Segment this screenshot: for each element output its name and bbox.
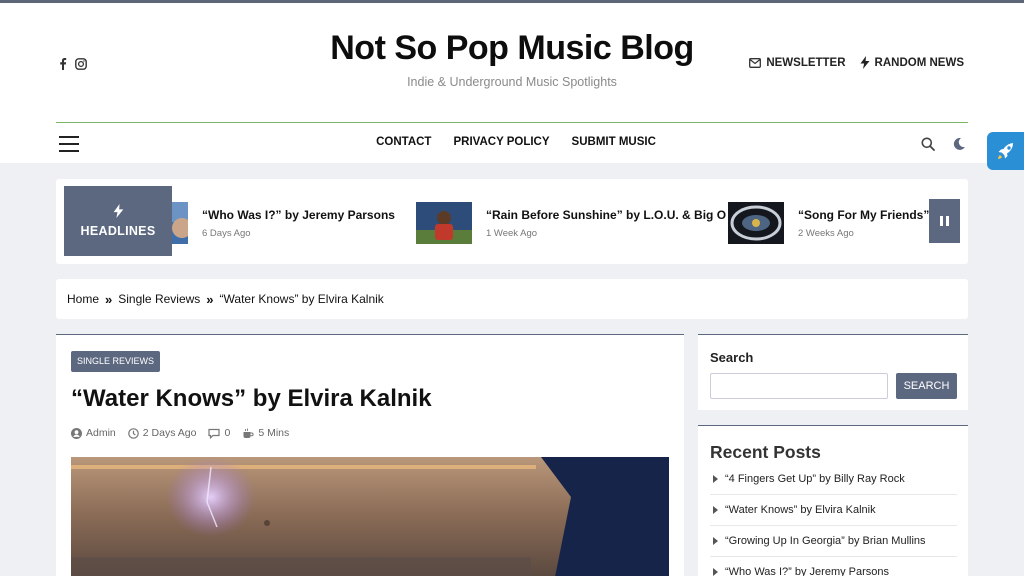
breadcrumb-separator: » [105,291,113,307]
headlines-label: HEADLINES [80,224,156,238]
ticker-item-date: 1 Week Ago [486,227,538,239]
newsletter-link[interactable]: NEWSLETTER [749,56,846,69]
caret-right-icon [713,568,718,576]
recent-posts-title: Recent Posts [710,442,821,462]
nav-item-submit-music[interactable]: SUBMIT MUSIC [572,136,656,148]
nav-item-contact[interactable]: CONTACT [376,136,431,148]
comment-icon [208,428,221,439]
user-icon [71,427,82,439]
breadcrumb: Home » Single Reviews » “Water Knows” by… [56,279,968,319]
breadcrumb-separator: » [206,291,214,307]
post-author[interactable]: Admin [86,427,116,439]
bolt-icon [113,204,123,218]
nav-item-privacy-policy[interactable]: PRIVACY POLICY [453,136,549,148]
breadcrumb-current: “Water Knows” by Elvira Kalnik [219,292,384,306]
rocket-icon [997,143,1014,159]
ticker-item-title: “Song For My Friends” b [798,207,932,222]
envelope-icon [749,57,762,68]
caret-right-icon [713,506,718,514]
bolt-icon [860,56,870,69]
headlines-label-box: HEADLINES [64,186,172,256]
recent-post-item[interactable]: “Who Was I?” by Jeremy Parsons [710,557,957,576]
post-comment-count[interactable]: 0 [224,427,230,439]
header-links: NEWSLETTER RANDOM NEWS [749,56,964,69]
article: SINGLE REVIEWS “Water Knows” by Elvira K… [56,334,684,576]
ticker-item-title: “Rain Before Sunshine” by L.O.U. & Big O [486,207,727,222]
ticker-item[interactable]: “Song For My Friends” b 2 Weeks Ago [728,202,932,244]
recent-post-item[interactable]: “Water Knows” by Elvira Kalnik [710,495,957,526]
headlines-ticker: HEADLINES “Who Was I?” by Jeremy Parsons… [56,179,968,264]
caret-right-icon [713,475,718,483]
coffee-icon [243,428,254,438]
pause-icon [940,216,943,226]
ticker-thumbnail [416,202,472,244]
recent-post-link[interactable]: “Growing Up In Georgia” by Brian Mullins [725,535,926,547]
ticker-item[interactable]: “Who Was I?” by Jeremy Parsons 6 Days Ag… [172,202,395,244]
recent-posts-list: “4 Fingers Get Up” by Billy Ray Rock “Wa… [710,464,957,576]
recent-post-item[interactable]: “4 Fingers Get Up” by Billy Ray Rock [710,464,957,495]
search-icon[interactable] [921,137,935,156]
recent-post-link[interactable]: “4 Fingers Get Up” by Billy Ray Rock [725,473,905,485]
ticker-items: “Who Was I?” by Jeremy Parsons 6 Days Ag… [172,179,932,264]
sidebar-search-button[interactable]: SEARCH [896,373,957,399]
breadcrumb-home[interactable]: Home [67,292,99,306]
post-date[interactable]: 2 Days Ago [143,427,197,439]
category-badge[interactable]: SINGLE REVIEWS [71,351,161,372]
post-read-time: 5 Mins [258,427,290,439]
ticker-item-title: “Who Was I?” by Jeremy Parsons [202,207,395,222]
sidebar-search-input[interactable] [710,373,888,399]
site-tagline: Indie & Underground Music Spotlights [407,75,617,89]
rocket-widget-button[interactable] [987,132,1024,170]
random-news-link[interactable]: RANDOM NEWS [860,56,964,69]
ticker-item-date: 6 Days Ago [202,227,251,239]
primary-nav: CONTACT PRIVACY POLICY SUBMIT MUSIC [0,136,1024,148]
post-meta: Admin 2 Days Ago 0 5 Mins [71,427,296,439]
site-header: Not So Pop Music Blog Indie & Undergroun… [0,3,1024,163]
post-title: “Water Knows” by Elvira Kalnik [71,385,432,412]
caret-right-icon [713,537,718,545]
ticker-thumbnail [728,202,784,244]
nav-divider [56,122,968,123]
clock-icon [127,427,139,439]
recent-post-link[interactable]: “Water Knows” by Elvira Kalnik [725,504,876,516]
ticker-item[interactable]: “Rain Before Sunshine” by L.O.U. & Big O… [416,202,726,244]
search-widget: Search SEARCH [698,334,968,410]
ticker-thumbnail [172,202,188,244]
newsletter-label: NEWSLETTER [766,56,846,69]
random-news-label: RANDOM NEWS [874,56,964,69]
breadcrumb-single-reviews[interactable]: Single Reviews [118,292,200,306]
recent-post-item[interactable]: “Growing Up In Georgia” by Brian Mullins [710,526,957,557]
dark-mode-moon-icon[interactable] [952,137,966,156]
recent-posts-widget: Recent Posts “4 Fingers Get Up” by Billy… [698,425,968,576]
recent-post-link[interactable]: “Who Was I?” by Jeremy Parsons [725,566,889,576]
ticker-pause-button[interactable] [929,199,960,243]
ticker-item-date: 2 Weeks Ago [798,227,854,239]
search-widget-title: Search [710,350,754,365]
featured-image [71,457,669,576]
